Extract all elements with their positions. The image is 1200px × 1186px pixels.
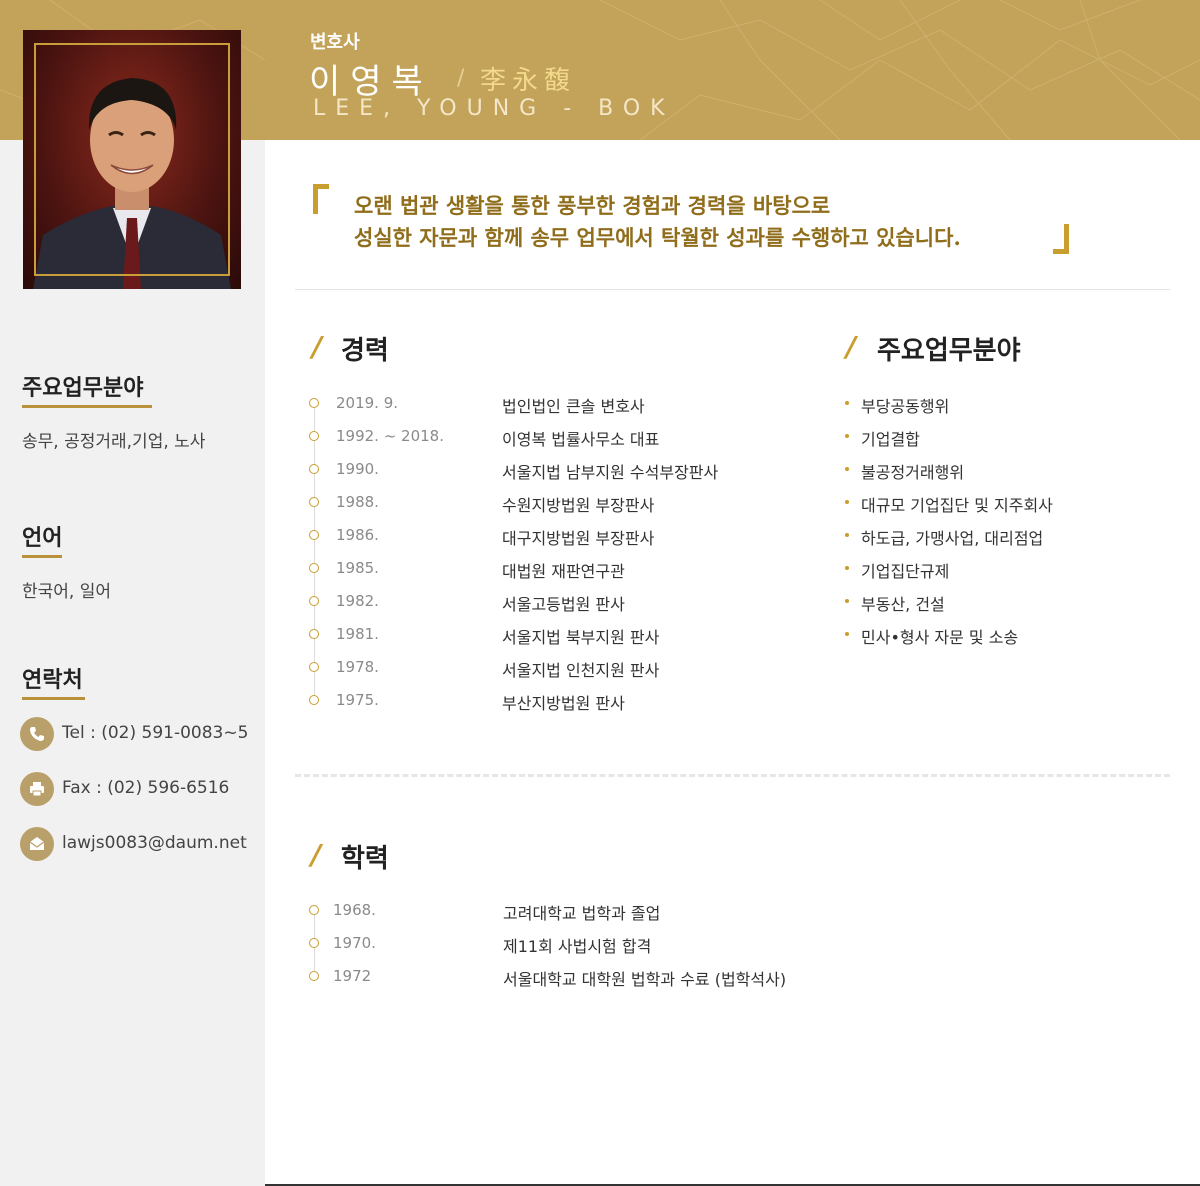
timeline-year: 1988. [336, 493, 379, 511]
timeline-description: 제11회 사법시험 합격 [503, 937, 652, 956]
bullet-icon [845, 467, 849, 471]
timeline-year: 1968. [333, 901, 376, 919]
area-item-text: 민사•형사 자문 및 소송 [861, 628, 1019, 647]
bullet-icon [845, 533, 849, 537]
sidebar-practice-title: 주요업무분야 [22, 376, 144, 401]
mail-icon [20, 827, 54, 861]
sidebar-language-title: 언어 [22, 526, 63, 551]
timeline-dot [309, 563, 319, 573]
sidebar-contact-underline [22, 697, 85, 700]
timeline-description: 서울지법 북부지원 판사 [502, 628, 660, 647]
phone-icon [20, 717, 54, 751]
timeline-dot [309, 431, 319, 441]
timeline-year: 1975. [336, 691, 379, 709]
contact-email[interactable]: lawjs0083@daum.net [20, 827, 260, 861]
timeline-dot [309, 662, 319, 672]
timeline-year: 1978. [336, 658, 379, 676]
timeline-year: 1992. ~ 2018. [336, 427, 444, 445]
timeline-dot [309, 905, 319, 915]
timeline-description: 수원지방법원 부장판사 [502, 496, 655, 515]
bullet-icon [845, 632, 849, 636]
section-divider-dashed [295, 774, 1170, 777]
timeline-dot [309, 629, 319, 639]
profile-photo [23, 30, 241, 289]
timeline-dot [309, 596, 319, 606]
contact-phone-text: Tel : (02) 591-0083~5 [62, 723, 249, 743]
timeline-description: 부산지방법원 판사 [502, 694, 625, 713]
area-item-text: 부동산, 건설 [861, 595, 945, 614]
career-title: 경력 [341, 336, 389, 366]
timeline-dot [309, 530, 319, 540]
areas-title: 주요업무분야 [877, 336, 1021, 366]
area-item-text: 부당공동행위 [861, 397, 950, 416]
area-item-text: 불공정거래행위 [861, 463, 965, 482]
career-slash-mark: / [312, 330, 323, 363]
timeline-description: 이영복 법률사무소 대표 [502, 430, 660, 449]
quote-close-bracket [1053, 224, 1069, 254]
timeline-description: 대구지방법원 부장판사 [502, 529, 655, 548]
timeline-dot [309, 938, 319, 948]
quote-open-bracket [313, 184, 329, 214]
name-english: LEE, YOUNG - BOK [313, 96, 675, 121]
bullet-icon [845, 434, 849, 438]
timeline-description: 서울지법 인천지원 판사 [502, 661, 660, 680]
timeline-year: 1986. [336, 526, 379, 544]
area-item-text: 대규모 기업집단 및 지주회사 [861, 496, 1053, 515]
timeline-dot [309, 971, 319, 981]
timeline-year: 1982. [336, 592, 379, 610]
area-item-text: 기업집단규제 [861, 562, 950, 581]
career-timeline-line [314, 404, 315, 702]
photo-frame [34, 43, 230, 276]
sidebar-language-underline [22, 555, 62, 558]
timeline-year: 1972 [333, 967, 372, 985]
sidebar-practice-text: 송무, 공정거래,기업, 노사 [22, 432, 206, 452]
fax-icon [20, 772, 54, 806]
timeline-description: 대법원 재판연구관 [502, 562, 625, 581]
contact-fax[interactable]: Fax : (02) 596-6516 [20, 772, 260, 806]
timeline-year: 1990. [336, 460, 379, 478]
quote-line-2: 성실한 자문과 함께 송무 업무에서 탁월한 성과를 수행하고 있습니다. [354, 225, 961, 250]
timeline-description: 법인법인 큰솔 변호사 [502, 397, 645, 416]
sidebar-practice-underline [22, 405, 152, 408]
sidebar-contact-title: 연락처 [22, 668, 83, 693]
contact-email-text: lawjs0083@daum.net [62, 833, 247, 853]
section-divider [295, 289, 1170, 290]
bullet-icon [845, 401, 849, 405]
bullet-icon [845, 500, 849, 504]
education-title: 학력 [341, 844, 389, 874]
timeline-description: 서울고등법원 판사 [502, 595, 625, 614]
bullet-icon [845, 566, 849, 570]
timeline-dot [309, 398, 319, 408]
sidebar-language-text: 한국어, 일어 [22, 582, 112, 602]
name-hanja: 李永馥 [480, 66, 577, 96]
contact-phone[interactable]: Tel : (02) 591-0083~5 [20, 717, 260, 751]
name-separator: / [457, 66, 465, 91]
areas-slash-mark: / [846, 330, 857, 363]
timeline-dot [309, 464, 319, 474]
role-label: 변호사 [310, 32, 360, 53]
timeline-dot [309, 695, 319, 705]
timeline-dot [309, 497, 319, 507]
contact-fax-text: Fax : (02) 596-6516 [62, 778, 230, 798]
area-item-text: 기업결합 [861, 430, 920, 449]
timeline-description: 고려대학교 법학과 졸업 [503, 904, 661, 923]
timeline-year: 1970. [333, 934, 376, 952]
area-item-text: 하도급, 가맹사업, 대리점업 [861, 529, 1044, 548]
bullet-icon [845, 599, 849, 603]
timeline-year: 2019. 9. [336, 394, 399, 412]
timeline-description: 서울지법 남부지원 수석부장판사 [502, 463, 719, 482]
timeline-description: 서울대학교 대학원 법학과 수료 (법학석사) [503, 970, 787, 989]
timeline-year: 1985. [336, 559, 379, 577]
education-slash-mark: / [311, 838, 322, 871]
timeline-year: 1981. [336, 625, 379, 643]
quote-line-1: 오랜 법관 생활을 통한 풍부한 경험과 경력을 바탕으로 [354, 193, 831, 218]
